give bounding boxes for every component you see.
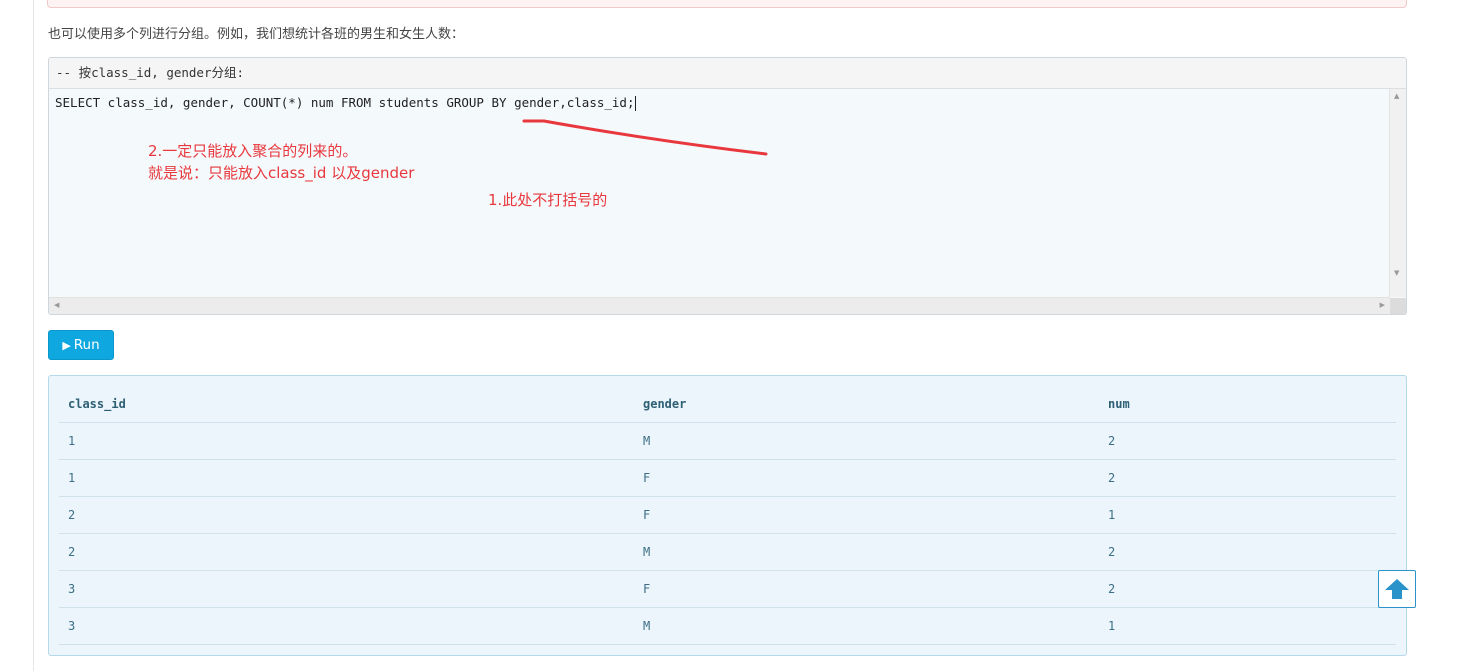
cell-class-id: 3 (59, 570, 634, 608)
cell-gender: F (634, 570, 1099, 608)
table-row: 1 F 2 (59, 459, 1396, 497)
scroll-down-arrow-icon[interactable]: ▼ (1394, 270, 1399, 277)
horizontal-scrollbar[interactable]: ◀ ▶ (49, 297, 1390, 314)
annotation-note-2-line-2: 就是说：只能放入class_id 以及gender (148, 164, 415, 182)
column-header-gender: gender (634, 386, 1099, 423)
sql-code-panel: -- 按class_id, gender分组: SELECT class_id,… (48, 57, 1407, 315)
cell-num: 2 (1099, 459, 1396, 497)
table-row: 2 F 1 (59, 496, 1396, 534)
cell-gender: F (634, 496, 1099, 534)
scroll-right-arrow-icon[interactable]: ▶ (1380, 302, 1385, 309)
scroll-up-arrow-icon[interactable]: ▲ (1394, 93, 1399, 100)
cell-num: 1 (1099, 496, 1396, 534)
query-result-panel: class_id gender num 1 M 2 1 F 2 2 F 1 2 … (48, 375, 1407, 656)
cell-gender: M (634, 607, 1099, 645)
alert-box-bottom-edge (47, 0, 1407, 8)
code-comment: -- 按class_id, gender分组: (49, 58, 1406, 89)
scroll-left-arrow-icon[interactable]: ◀ (54, 302, 59, 309)
column-header-class-id: class_id (59, 386, 634, 423)
intro-paragraph: 也可以使用多个列进行分组。例如，我们想统计各班的男生和女生人数： (48, 27, 465, 42)
cell-num: 1 (1099, 607, 1396, 645)
sql-statement[interactable]: SELECT class_id, gender, COUNT(*) num FR… (55, 95, 637, 111)
cell-class-id: 1 (59, 422, 634, 460)
cell-gender: F (634, 459, 1099, 497)
table-row: 2 M 2 (59, 533, 1396, 571)
column-header-num: num (1099, 386, 1396, 423)
table-header-row: class_id gender num (59, 386, 1396, 423)
page-divider (33, 0, 34, 671)
run-button-label: Run (73, 337, 100, 353)
cell-class-id: 2 (59, 496, 634, 534)
cell-num: 2 (1099, 533, 1396, 571)
table-row: 3 F 2 (59, 570, 1396, 608)
cell-gender: M (634, 422, 1099, 460)
back-to-top-button[interactable] (1378, 570, 1416, 608)
cell-gender: M (634, 533, 1099, 571)
cell-class-id: 2 (59, 533, 634, 571)
annotation-note-2-line-1: 2.一定只能放入聚合的列来的。 (148, 142, 358, 160)
sql-text: SELECT class_id, gender, COUNT(*) num FR… (55, 95, 635, 110)
table-row: 3 M 1 (59, 607, 1396, 645)
result-table: class_id gender num 1 M 2 1 F 2 2 F 1 2 … (59, 386, 1396, 645)
annotation-note-1: 1.此处不打括号的 (488, 191, 608, 209)
arrow-up-icon (1385, 579, 1409, 599)
cell-num: 2 (1099, 570, 1396, 608)
run-button[interactable]: ▶ Run (48, 330, 114, 360)
table-row: 1 M 2 (59, 422, 1396, 460)
cell-class-id: 3 (59, 607, 634, 645)
sql-editor[interactable]: SELECT class_id, gender, COUNT(*) num FR… (49, 89, 1390, 297)
vertical-scrollbar[interactable]: ▲ ▼ (1389, 89, 1406, 297)
text-cursor (635, 96, 637, 111)
play-icon: ▶ (62, 338, 71, 352)
cell-class-id: 1 (59, 459, 634, 497)
scrollbar-corner (1390, 298, 1406, 314)
cell-num: 2 (1099, 422, 1396, 460)
